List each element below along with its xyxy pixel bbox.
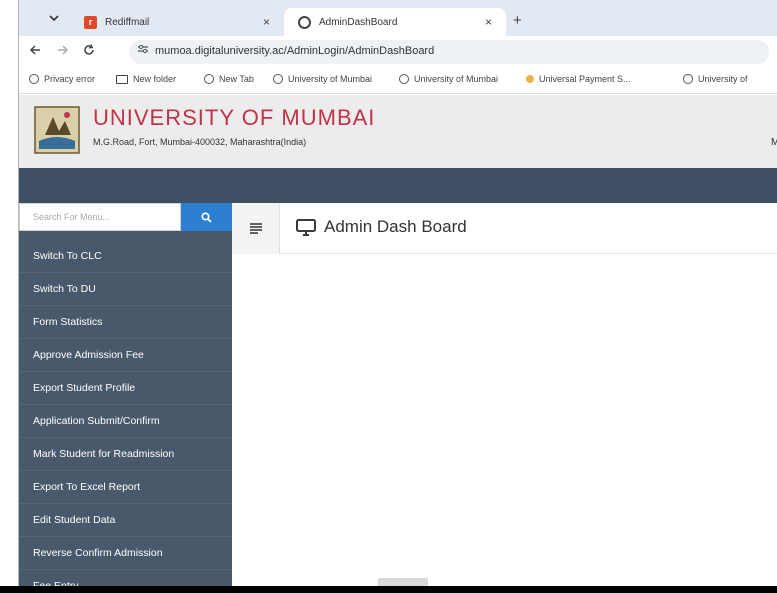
sidebar-item-export-student-profile[interactable]: Export Student Profile: [19, 372, 232, 405]
site-info-icon[interactable]: [137, 44, 149, 57]
bookmark-privacy-error[interactable]: Privacy error: [29, 74, 95, 84]
globe-icon: [29, 74, 39, 84]
browser-toolbar: mumoa.digitaluniversity.ac/AdminLogin/Ad…: [19, 36, 777, 68]
sidebar-item-form-statistics[interactable]: Form Statistics: [19, 306, 232, 339]
browser-tab-strip: r Rediffmail × AdminDashBoard × +: [19, 0, 777, 36]
menu-search-input[interactable]: [19, 203, 181, 231]
bookmarks-bar: Privacy error New folder New Tab Univers…: [19, 68, 777, 94]
sidebar-menu: Switch To CLC Switch To DU Form Statisti…: [19, 240, 232, 586]
chevron-down-icon: [49, 15, 59, 22]
left-margin: [0, 0, 18, 593]
bookmark-new-folder[interactable]: New folder: [116, 74, 176, 84]
globe-icon: [298, 15, 311, 29]
scrollbar-thumb[interactable]: [378, 578, 428, 586]
university-address: M.G.Road, Fort, Mumbai-400032, Maharasht…: [93, 137, 307, 147]
university-logo: [34, 106, 80, 154]
sidebar-item-approve-admission-fee[interactable]: Approve Admission Fee: [19, 339, 232, 372]
sidebar-item-fee-entry[interactable]: Fee Entry: [19, 570, 232, 586]
forward-icon[interactable]: [57, 44, 69, 59]
bookmark-label: Privacy error: [44, 74, 96, 84]
sidebar-item-edit-student-data[interactable]: Edit Student Data: [19, 504, 232, 537]
content-header: Admin Dash Board: [232, 203, 777, 254]
new-tab-button[interactable]: +: [513, 12, 522, 29]
bookmark-label: New folder: [133, 74, 177, 84]
bookmark-university-of[interactable]: University of: [683, 74, 748, 84]
header-right-text: M: [771, 137, 777, 148]
bookmark-universal-payment[interactable]: Universal Payment S...: [526, 74, 631, 84]
globe-icon: [399, 74, 409, 84]
sidebar-item-application-submit-confirm[interactable]: Application Submit/Confirm: [19, 405, 232, 438]
address-bar[interactable]: mumoa.digitaluniversity.ac/AdminLogin/Ad…: [129, 40, 769, 64]
rediffmail-icon: r: [84, 15, 97, 29]
bookmark-label: University of Mumbai: [288, 74, 373, 84]
sidebar: Switch To CLC Switch To DU Form Statisti…: [19, 203, 232, 586]
bookmark-label: University of Mumbai: [414, 74, 499, 84]
sidebar-item-export-to-excel-report[interactable]: Export To Excel Report: [19, 471, 232, 504]
hamburger-icon: [249, 223, 262, 234]
sidebar-item-switch-to-du[interactable]: Switch To DU: [19, 273, 232, 306]
folder-icon: [116, 74, 128, 84]
page-title: Admin Dash Board: [296, 217, 467, 237]
sidebar-item-mark-student-readmission[interactable]: Mark Student for Readmission: [19, 438, 232, 471]
bookmark-university-of-mumbai[interactable]: University of Mumbai: [273, 74, 372, 84]
sidebar-toggle-button[interactable]: [232, 203, 280, 254]
bookmark-label: University of: [698, 74, 748, 84]
university-title: UNIVERSITY OF MUMBAI: [93, 105, 376, 130]
bookmark-university-of-mumbai[interactable]: University of Mumbai: [399, 74, 498, 84]
close-tab-icon[interactable]: ×: [485, 15, 492, 29]
bookmark-label: New Tab: [219, 74, 254, 84]
close-tab-icon[interactable]: ×: [263, 15, 270, 29]
bookmark-new-tab[interactable]: New Tab: [204, 74, 254, 84]
reload-icon[interactable]: [83, 44, 95, 59]
globe-icon: [204, 74, 214, 84]
person-icon: [526, 75, 534, 83]
monitor-icon: [296, 218, 316, 236]
page-title-text: Admin Dash Board: [324, 217, 467, 236]
bottom-border: [0, 586, 777, 593]
globe-icon: [273, 74, 283, 84]
menu-search: [19, 203, 232, 231]
content-body: [232, 254, 777, 586]
tab-title: AdminDashBoard: [319, 16, 398, 28]
globe-icon: [683, 74, 693, 84]
tab-admindashboard[interactable]: AdminDashBoard ×: [284, 8, 506, 36]
back-icon[interactable]: [29, 44, 41, 59]
bookmark-label: Universal Payment S...: [539, 74, 631, 84]
tab-title: Rediffmail: [105, 16, 150, 28]
sidebar-item-switch-to-clc[interactable]: Switch To CLC: [19, 240, 232, 273]
tab-rediffmail[interactable]: r Rediffmail ×: [74, 8, 284, 36]
search-icon: [201, 211, 212, 223]
sidebar-item-reverse-confirm-admission[interactable]: Reverse Confirm Admission: [19, 537, 232, 570]
tab-list-button[interactable]: [44, 10, 64, 28]
menu-search-button[interactable]: [181, 203, 232, 231]
url-text: mumoa.digitaluniversity.ac/AdminLogin/Ad…: [155, 45, 435, 57]
site-header: UNIVERSITY OF MUMBAI M.G.Road, Fort, Mum…: [19, 95, 777, 168]
top-nav-bar: [19, 168, 777, 203]
